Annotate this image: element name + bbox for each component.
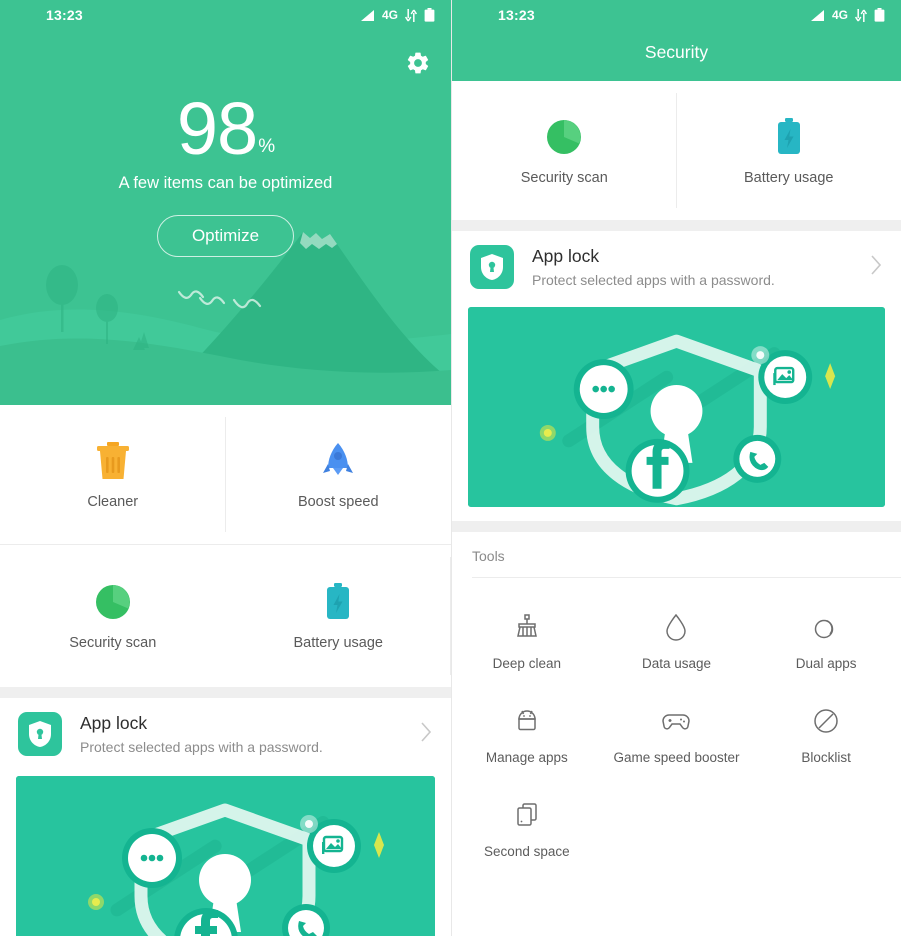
right-feature-tiles: Security scan Battery usage bbox=[452, 81, 901, 220]
two-rectangles-icon bbox=[512, 796, 542, 834]
right-screen-security: 13:23 4G Security Security scan Battery … bbox=[451, 0, 901, 936]
tool-game-speed-booster[interactable]: Game speed booster bbox=[602, 686, 752, 780]
optimize-button[interactable]: Optimize bbox=[156, 215, 295, 257]
app-lock-title: App lock bbox=[532, 246, 600, 266]
chevron-right-icon[interactable] bbox=[420, 721, 433, 748]
tile-label: Security scan bbox=[69, 635, 157, 651]
broom-icon bbox=[512, 608, 542, 646]
tile-security-scan[interactable]: Security scan bbox=[452, 81, 677, 220]
tool-blocklist[interactable]: Blocklist bbox=[751, 686, 901, 780]
section-separator bbox=[452, 521, 901, 532]
pie-shield-icon bbox=[95, 581, 131, 623]
two-circles-icon bbox=[811, 608, 841, 646]
data-transfer-icon bbox=[855, 8, 867, 22]
section-separator bbox=[0, 687, 451, 698]
tool-manage-apps[interactable]: Manage apps bbox=[452, 686, 602, 780]
tile-label: Battery usage bbox=[293, 635, 383, 651]
tile-label: Cleaner bbox=[87, 493, 139, 510]
shield-keyhole-banner bbox=[16, 776, 435, 936]
tool-data-usage[interactable]: Data usage bbox=[602, 592, 752, 686]
tile-label: Battery usage bbox=[744, 169, 834, 186]
status-bar-time: 13:23 bbox=[46, 7, 83, 23]
tool-second-space[interactable]: Second space bbox=[452, 780, 602, 874]
facebook-icon bbox=[625, 438, 690, 503]
tool-dual-apps[interactable]: Dual apps bbox=[751, 592, 901, 686]
left-screen-home: 13:23 4G 98% A few items can be optimize… bbox=[0, 0, 451, 936]
pie-shield-icon bbox=[546, 116, 582, 158]
chevron-right-icon[interactable] bbox=[870, 254, 883, 281]
rocket-icon bbox=[321, 440, 355, 482]
page-title: Security bbox=[644, 42, 709, 62]
score-percent-sign: % bbox=[258, 136, 276, 157]
shield-lock-icon bbox=[470, 245, 514, 289]
battery-bolt-icon bbox=[776, 116, 802, 158]
shield-keyhole-banner bbox=[468, 307, 885, 507]
status-bar-icons: 4G bbox=[810, 8, 885, 22]
battery-icon bbox=[874, 8, 885, 22]
security-top-bar: 13:23 4G Security bbox=[452, 0, 901, 81]
android-robot-icon bbox=[512, 702, 542, 740]
status-bar-icons: 4G bbox=[360, 8, 435, 22]
tools-section-header: Tools bbox=[452, 532, 901, 577]
tile-cleaner[interactable]: Cleaner bbox=[0, 405, 226, 544]
app-lock-banner-right[interactable] bbox=[468, 307, 885, 507]
status-bar-left: 13:23 4G bbox=[0, 0, 451, 30]
tool-label: Blocklist bbox=[801, 749, 851, 765]
tool-label: Manage apps bbox=[485, 749, 568, 765]
score-display: 98% A few items can be optimized Optimiz… bbox=[0, 92, 451, 257]
battery-icon bbox=[424, 8, 435, 22]
chat-bubble-icon bbox=[122, 828, 182, 888]
app-lock-row-right[interactable]: App lock Protect selected apps with a pa… bbox=[452, 231, 901, 301]
no-entry-icon bbox=[811, 702, 841, 740]
app-lock-row-left[interactable]: App lock Protect selected apps with a pa… bbox=[0, 698, 451, 768]
left-feature-tiles: Cleaner Boost speed Security scan Batter bbox=[0, 405, 451, 687]
tile-battery-usage[interactable]: Battery usage bbox=[226, 545, 452, 687]
tile-label: Security scan bbox=[520, 169, 608, 186]
app-lock-text: App lock Protect selected apps with a pa… bbox=[80, 713, 323, 755]
tool-label: Second space bbox=[484, 843, 570, 859]
trash-can-icon bbox=[96, 440, 130, 482]
data-transfer-icon bbox=[405, 8, 417, 22]
tile-label: Boost speed bbox=[297, 493, 379, 510]
battery-bolt-icon bbox=[325, 581, 351, 623]
dual-screenshot-container: 13:23 4G 98% A few items can be optimize… bbox=[0, 0, 901, 936]
gamepad-icon bbox=[660, 702, 692, 740]
settings-gear-button[interactable] bbox=[405, 50, 433, 78]
status-bar-right: 13:23 4G bbox=[452, 0, 901, 30]
tool-label: Data usage bbox=[641, 655, 712, 671]
tool-empty-slot bbox=[751, 780, 901, 874]
score-subtitle: A few items can be optimized bbox=[118, 174, 333, 192]
network-type-label: 4G bbox=[831, 8, 848, 22]
chat-bubble-icon bbox=[573, 359, 634, 419]
tile-battery-usage[interactable]: Battery usage bbox=[677, 81, 901, 220]
phone-icon bbox=[733, 434, 782, 483]
tool-label: Game speed booster bbox=[613, 749, 740, 765]
score-value: 98 bbox=[176, 87, 258, 170]
app-lock-text: App lock Protect selected apps with a pa… bbox=[532, 246, 775, 288]
tool-label: Deep clean bbox=[492, 655, 561, 671]
app-lock-title: App lock bbox=[80, 713, 148, 733]
network-type-label: 4G bbox=[381, 8, 398, 22]
tile-security-scan[interactable]: Security scan bbox=[0, 545, 226, 687]
section-separator bbox=[452, 220, 901, 231]
status-bar-time: 13:23 bbox=[498, 7, 535, 23]
water-drop-icon bbox=[661, 608, 691, 646]
tile-boost-speed[interactable]: Boost speed bbox=[226, 405, 452, 544]
signal-bars-icon bbox=[810, 9, 824, 21]
tool-empty-slot bbox=[602, 780, 752, 874]
tool-label: Dual apps bbox=[795, 655, 857, 671]
tool-deep-clean[interactable]: Deep clean bbox=[452, 592, 602, 686]
app-lock-description: Protect selected apps with a password. bbox=[80, 739, 323, 755]
shield-lock-icon bbox=[18, 712, 62, 756]
app-lock-banner-left[interactable] bbox=[16, 776, 435, 936]
hero-score-panel: 13:23 4G 98% A few items can be optimize… bbox=[0, 0, 451, 405]
gear-icon bbox=[407, 52, 429, 74]
app-lock-description: Protect selected apps with a password. bbox=[532, 272, 775, 288]
signal-bars-icon bbox=[360, 9, 374, 21]
tools-grid: Deep clean Data usage Dual apps Manage a… bbox=[452, 578, 901, 874]
